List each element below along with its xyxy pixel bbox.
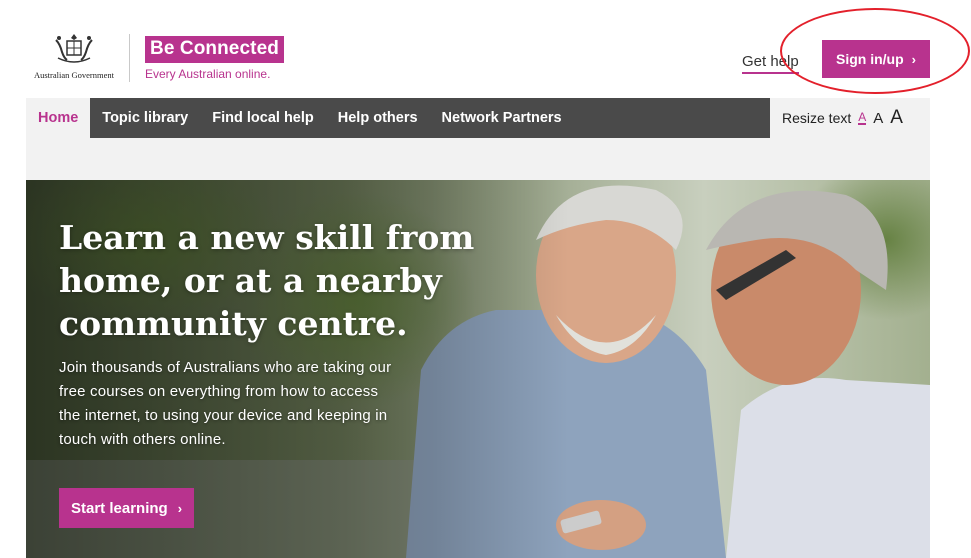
chevron-right-icon: › (911, 51, 916, 67)
nav-item-topic-library[interactable]: Topic library (90, 98, 200, 138)
site-header: Australian Government Be Connected Every… (0, 0, 971, 98)
nav-item-help-others[interactable]: Help others (326, 98, 430, 138)
resize-text-label: Resize text (782, 110, 852, 126)
get-help-link[interactable]: Get help (742, 53, 799, 74)
hero-description: Join thousands of Australians who are ta… (59, 359, 392, 448)
text-size-small-button[interactable]: A (858, 111, 867, 125)
text-size-large-button[interactable]: A (890, 107, 903, 129)
nav-item-network-partners[interactable]: Network Partners (430, 98, 574, 138)
text-size-medium-button[interactable]: A (873, 110, 883, 127)
spacer-band (26, 138, 930, 180)
gov-text: Australian Government (33, 70, 115, 80)
main-nav: Home Topic library Find local help Help … (26, 98, 770, 138)
nav-item-find-local-help[interactable]: Find local help (200, 98, 326, 138)
chevron-right-icon: › (177, 500, 183, 516)
start-learning-button[interactable]: Start learning › (59, 488, 195, 528)
australian-government-logo[interactable]: Australian Government (26, 32, 122, 82)
nav-item-home[interactable]: Home (26, 98, 91, 138)
brand-tagline: Every Australian online. (145, 67, 271, 81)
hero-title: Learn a new skill from home, or at a nea… (59, 218, 475, 343)
brand-name: Be Connected (145, 36, 284, 63)
start-learning-label: Start learning (71, 499, 168, 517)
resize-text-control: Resize text A A A (770, 98, 930, 138)
sign-in-button[interactable]: Sign in/up › (822, 40, 930, 78)
hero-banner: Learn a new skill from home, or at a nea… (26, 180, 930, 558)
be-connected-logo[interactable]: Be Connected Every Australian online. (145, 36, 284, 81)
sign-in-label: Sign in/up (836, 51, 904, 67)
logo-divider (129, 34, 130, 82)
coat-of-arms-icon (55, 34, 93, 63)
